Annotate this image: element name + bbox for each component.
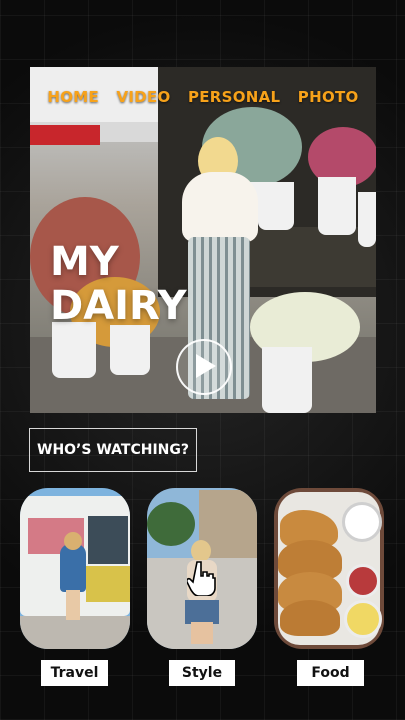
profile-label-style[interactable]: Style	[169, 660, 235, 686]
bucket	[318, 177, 356, 235]
profile-card-travel[interactable]	[20, 488, 130, 649]
child-figure	[60, 544, 86, 592]
play-icon	[196, 354, 216, 378]
profile-label-travel[interactable]: Travel	[41, 660, 108, 686]
play-button[interactable]	[176, 339, 232, 395]
waffle	[280, 600, 340, 636]
bucket	[52, 322, 96, 378]
tree	[147, 502, 195, 546]
truck-window	[88, 516, 128, 564]
woman-skirt	[185, 600, 219, 624]
truck-decal	[86, 566, 130, 602]
hero-title-line1: MY	[50, 239, 119, 285]
profile-label-food[interactable]: Food	[297, 660, 364, 686]
bucket	[358, 192, 376, 247]
top-nav: HOME VIDEO PERSONAL PHOTO	[30, 88, 376, 106]
butter-bowl	[344, 600, 382, 638]
nav-home[interactable]: HOME	[47, 88, 99, 106]
hero-title-line2: DAIRY	[50, 283, 187, 329]
bucket	[262, 347, 312, 413]
hand-pointer-icon	[187, 561, 216, 596]
profile-card-food[interactable]	[274, 488, 384, 649]
cream-bowl	[342, 502, 382, 542]
profile-card-style[interactable]	[147, 488, 257, 649]
market-sign	[30, 125, 100, 145]
sidewalk	[20, 616, 130, 649]
woman-head	[191, 540, 211, 562]
bucket	[258, 182, 294, 230]
berry-bowl	[346, 564, 380, 598]
nav-photo[interactable]: PHOTO	[298, 88, 359, 106]
person-sweater	[182, 172, 258, 242]
whos-watching-heading: WHO’S WATCHING?	[29, 428, 197, 472]
bucket	[110, 325, 150, 375]
child-head	[64, 532, 82, 550]
woman-legs	[191, 622, 213, 644]
child-legs	[66, 590, 80, 620]
nav-video[interactable]: VIDEO	[116, 88, 170, 106]
nav-personal[interactable]: PERSONAL	[188, 88, 280, 106]
